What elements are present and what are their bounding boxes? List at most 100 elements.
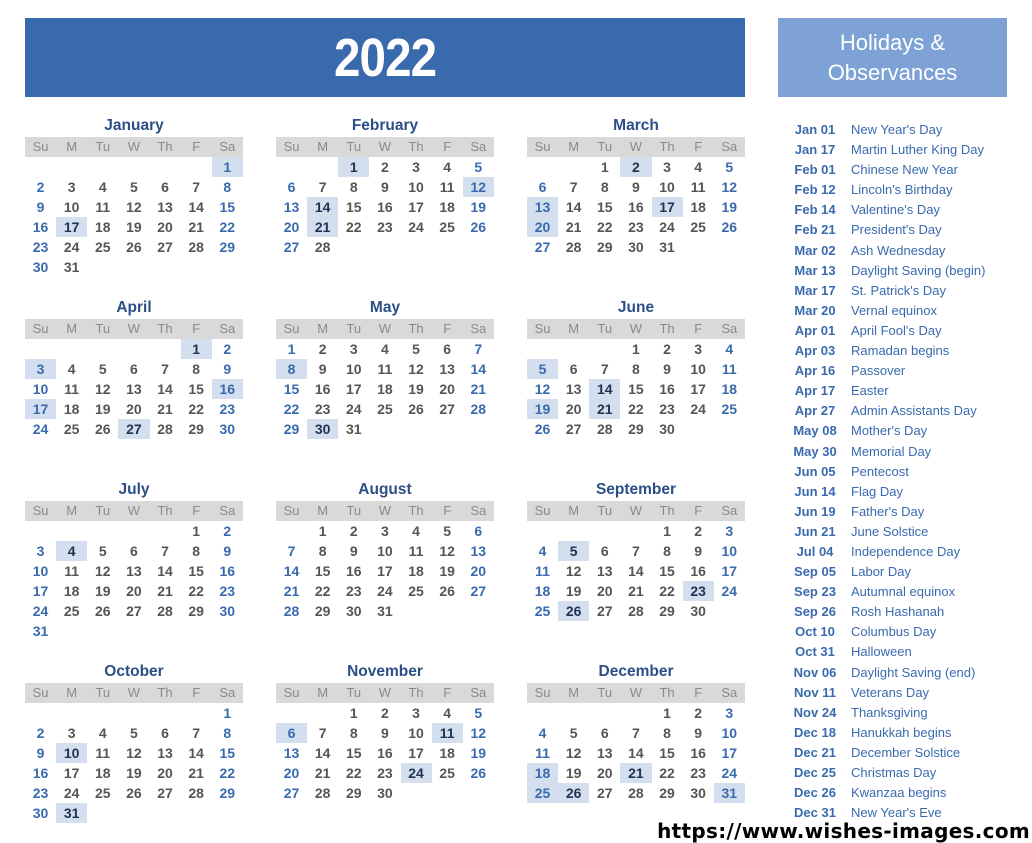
- empty-day-cell: [369, 419, 400, 439]
- week-row: 13 14 15 16 17 18 19: [276, 743, 494, 763]
- week-row: 7 8 9 10 11 12 13: [276, 541, 494, 561]
- day-cell: 29: [659, 603, 675, 619]
- day-cell: 9: [318, 361, 327, 377]
- day-cell: 17: [63, 765, 80, 781]
- day-cell: 20: [157, 219, 173, 235]
- holiday-name: Valentine's Day: [851, 202, 940, 218]
- weekday-label: W: [127, 503, 141, 518]
- day-cell: 26: [534, 421, 551, 437]
- day-cell: 28: [565, 239, 582, 255]
- weekday-label: M: [66, 685, 78, 700]
- day-cell: 11: [64, 381, 80, 397]
- weekday-label: F: [694, 139, 703, 154]
- holiday-day-cell: 27: [118, 419, 150, 439]
- holiday-name: Easter: [851, 383, 889, 399]
- weekday-label: Th: [659, 321, 675, 336]
- day-cell: 13: [470, 543, 487, 559]
- holiday-date: Mar 02: [794, 242, 836, 258]
- weekday-label: Tu: [346, 685, 362, 700]
- day-cell: 8: [223, 179, 232, 195]
- holiday-day-cell: 20: [527, 217, 559, 237]
- weekday-label: M: [568, 139, 580, 154]
- day-cell: 2: [663, 341, 671, 357]
- holiday-date: Mar 13: [794, 262, 836, 278]
- weekday-label: Tu: [95, 321, 111, 336]
- weekday-label: Tu: [346, 321, 362, 336]
- empty-day-cell: [463, 601, 494, 621]
- day-cell: 19: [126, 219, 142, 235]
- holiday-item: Mar 17 St. Patrick's Day: [780, 281, 1030, 301]
- weekday-label: Su: [32, 685, 49, 700]
- day-cell: 16: [377, 199, 393, 215]
- weekday-header: Su M Tu W Th F Sa: [527, 683, 745, 703]
- day-cell: 7: [318, 725, 327, 741]
- empty-day-cell: [589, 521, 620, 541]
- day-cell: 14: [628, 563, 644, 579]
- holiday-item: Oct 10 Columbus Day: [780, 622, 1030, 642]
- empty-day-cell: [56, 621, 87, 641]
- week-row: 16 17 18 19 20 21 22: [25, 217, 243, 237]
- day-cell: 16: [32, 765, 49, 781]
- month-title: January: [104, 117, 164, 134]
- day-cell: 10: [721, 725, 738, 741]
- holiday-date: Dec 18: [794, 724, 836, 740]
- week-row: 1: [25, 157, 243, 177]
- empty-day-cell: [212, 621, 243, 641]
- weekday-label: Sa: [219, 685, 236, 700]
- week-row: 23 24 25 26 27 28 29: [25, 237, 243, 257]
- day-cell: 28: [188, 239, 204, 255]
- holiday-item: Apr 01 April Fool's Day: [780, 321, 1030, 341]
- empty-day-cell: [463, 419, 494, 439]
- weekday-label: M: [568, 503, 580, 518]
- day-cell: 6: [161, 725, 169, 741]
- week-row: 9 10 11 12 13 14 15: [25, 743, 243, 763]
- empty-day-cell: [25, 339, 56, 359]
- day-cell: 8: [600, 179, 609, 195]
- day-cell: 4: [443, 159, 452, 175]
- day-cell: 26: [95, 421, 111, 437]
- day-cell: 9: [223, 543, 232, 559]
- empty-day-cell: [87, 803, 118, 823]
- weekday-header: Su M Tu W Th F Sa: [25, 319, 243, 339]
- holiday-item: Nov 06 Daylight Saving (end): [780, 663, 1030, 683]
- day-cell: 7: [632, 725, 640, 741]
- holiday-name: Independence Day: [851, 543, 961, 559]
- holiday-day-cell: 23: [682, 581, 714, 601]
- day-cell: 18: [63, 583, 80, 599]
- empty-day-cell: [401, 783, 432, 803]
- holiday-date: Feb 21: [794, 222, 836, 238]
- weekday-label: F: [694, 685, 703, 700]
- day-cell: 21: [157, 583, 173, 599]
- weekday-label: Su: [32, 503, 49, 518]
- weekday-label: F: [694, 321, 703, 336]
- day-cell: 14: [314, 745, 331, 761]
- day-cell: 28: [157, 603, 173, 619]
- weekday-label: Tu: [597, 685, 613, 700]
- weekday-label: Sa: [470, 685, 487, 700]
- week-row: 12: [25, 521, 243, 541]
- empty-day-cell: [56, 521, 87, 541]
- holiday-date: Nov 06: [793, 664, 837, 680]
- holiday-item: Feb 12 Lincoln's Birthday: [780, 180, 1030, 200]
- weekday-label: Su: [534, 321, 551, 336]
- month-october: October Su M Tu W Th F Sa 1 2 3 4 5 6 7 8 9 10 11 12 13 14 15 1…: [25, 661, 243, 823]
- holiday-item: Jul 04 Independence Day: [780, 542, 1030, 562]
- day-cell: 29: [188, 603, 204, 619]
- empty-day-cell: [338, 237, 369, 257]
- day-cell: 18: [439, 199, 455, 215]
- weekday-label: Th: [157, 321, 173, 336]
- week-row: 24 25 26 27 28 29 30: [25, 419, 243, 439]
- day-cell: 22: [314, 583, 331, 599]
- day-cell: 27: [283, 239, 300, 255]
- weekday-label: Su: [283, 321, 300, 336]
- empty-day-cell: [212, 257, 243, 277]
- holiday-item: Feb 01 Chinese New Year: [780, 160, 1030, 180]
- holiday-date: May 30: [793, 443, 837, 459]
- weekday-label: W: [127, 685, 141, 700]
- day-cell: 3: [349, 341, 358, 357]
- weekday-header: Su M Tu W Th F Sa: [527, 137, 745, 157]
- day-cell: 10: [32, 563, 49, 579]
- day-cell: 16: [690, 745, 706, 761]
- holiday-name: Passover: [851, 363, 906, 379]
- week-row: 10 11 12 13 14 15 16: [25, 379, 243, 399]
